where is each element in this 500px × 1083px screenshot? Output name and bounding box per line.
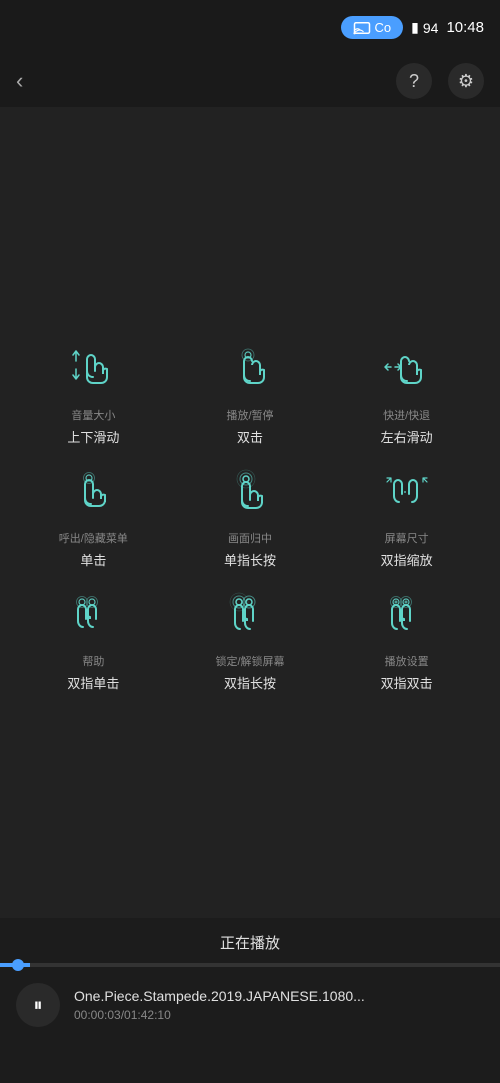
settings-button[interactable]: ⚙ xyxy=(448,63,484,99)
gesture-item-volume: 音量大小 上下滑动 xyxy=(20,333,167,446)
gesture-icon-menu xyxy=(57,456,129,528)
track-info: ⏸ One.Piece.Stampede.2019.JAPANESE.1080.… xyxy=(0,967,500,1027)
track-name: One.Piece.Stampede.2019.JAPANESE.1080... xyxy=(74,988,365,1004)
track-details: One.Piece.Stampede.2019.JAPANESE.1080...… xyxy=(74,988,365,1022)
gesture-item-help: 帮助 双指单击 xyxy=(20,579,167,692)
cast-icon xyxy=(353,21,371,35)
battery-indicator: ▮ 94 xyxy=(411,19,438,36)
gesture-grid: 音量大小 上下滑动 播放/暂停 双击 xyxy=(0,313,500,713)
settings-icon: ⚙ xyxy=(458,71,474,92)
status-bar: Co ▮ 94 10:48 xyxy=(0,0,500,55)
gesture-title-double-tap: 双击 xyxy=(237,427,263,446)
gesture-subtitle-double-tap: 播放/暂停 xyxy=(226,409,273,423)
nav-bar: ‹ ? ⚙ xyxy=(0,55,500,107)
progress-bar[interactable] xyxy=(0,963,500,967)
gesture-title-zoom: 双指缩放 xyxy=(381,550,433,569)
gesture-title-settings: 双指双击 xyxy=(381,673,433,692)
gesture-icon-zoom xyxy=(371,456,443,528)
gesture-title-seek: 左右滑动 xyxy=(381,427,433,446)
bottom-bar: 正在播放 ⏸ One.Piece.Stampede.2019.JAPANESE.… xyxy=(0,918,500,1083)
gesture-icon-double-tap xyxy=(214,333,286,405)
battery-level: 94 xyxy=(423,20,439,36)
gesture-title-lock: 双指长按 xyxy=(224,673,276,692)
progress-dot[interactable] xyxy=(12,959,24,971)
now-playing-label: 正在播放 xyxy=(0,918,500,963)
gesture-subtitle-menu: 呼出/隐藏菜单 xyxy=(59,532,128,546)
cast-label: Co xyxy=(375,20,392,35)
play-pause-button[interactable]: ⏸ xyxy=(16,983,60,1027)
help-button[interactable]: ? xyxy=(396,63,432,99)
gesture-icon-lock xyxy=(214,579,286,651)
main-content-area: 音量大小 上下滑动 播放/暂停 双击 xyxy=(0,107,500,918)
cast-button[interactable]: Co xyxy=(341,16,404,39)
gesture-subtitle-help: 帮助 xyxy=(82,655,104,669)
gesture-icon-settings xyxy=(371,579,443,651)
gesture-icon-seek xyxy=(371,333,443,405)
gesture-item-zoom: 屏幕尺寸 双指缩放 xyxy=(333,456,480,569)
gesture-item-double-tap: 播放/暂停 双击 xyxy=(177,333,324,446)
gesture-item-lock: 锁定/解锁屏幕 双指长按 xyxy=(177,579,324,692)
gesture-title-help: 双指单击 xyxy=(67,673,119,692)
gesture-subtitle-volume: 音量大小 xyxy=(71,409,115,423)
gesture-item-seek: 快进/快退 左右滑动 xyxy=(333,333,480,446)
status-time: 10:48 xyxy=(446,19,484,36)
gesture-subtitle-settings: 播放设置 xyxy=(385,655,429,669)
gesture-title-center: 单指长按 xyxy=(224,550,276,569)
track-time: 00:00:03/01:42:10 xyxy=(74,1008,365,1022)
back-button[interactable]: ‹ xyxy=(16,68,23,94)
gesture-icon-center xyxy=(214,456,286,528)
gesture-title-volume: 上下滑动 xyxy=(67,427,119,446)
gesture-subtitle-lock: 锁定/解锁屏幕 xyxy=(215,655,284,669)
gesture-item-settings: 播放设置 双指双击 xyxy=(333,579,480,692)
gesture-icon-help xyxy=(57,579,129,651)
gesture-icon-volume xyxy=(57,333,129,405)
gesture-subtitle-zoom: 屏幕尺寸 xyxy=(385,532,429,546)
battery-icon: ▮ xyxy=(411,19,419,36)
pause-icon: ⏸ xyxy=(34,995,43,1016)
help-icon: ? xyxy=(409,71,419,92)
gesture-subtitle-center: 画面归中 xyxy=(228,532,272,546)
gesture-subtitle-seek: 快进/快退 xyxy=(383,409,430,423)
gesture-item-center: 画面归中 单指长按 xyxy=(177,456,324,569)
gesture-item-menu: 呼出/隐藏菜单 单击 xyxy=(20,456,167,569)
nav-right: ? ⚙ xyxy=(396,63,484,99)
gesture-title-menu: 单击 xyxy=(80,550,106,569)
